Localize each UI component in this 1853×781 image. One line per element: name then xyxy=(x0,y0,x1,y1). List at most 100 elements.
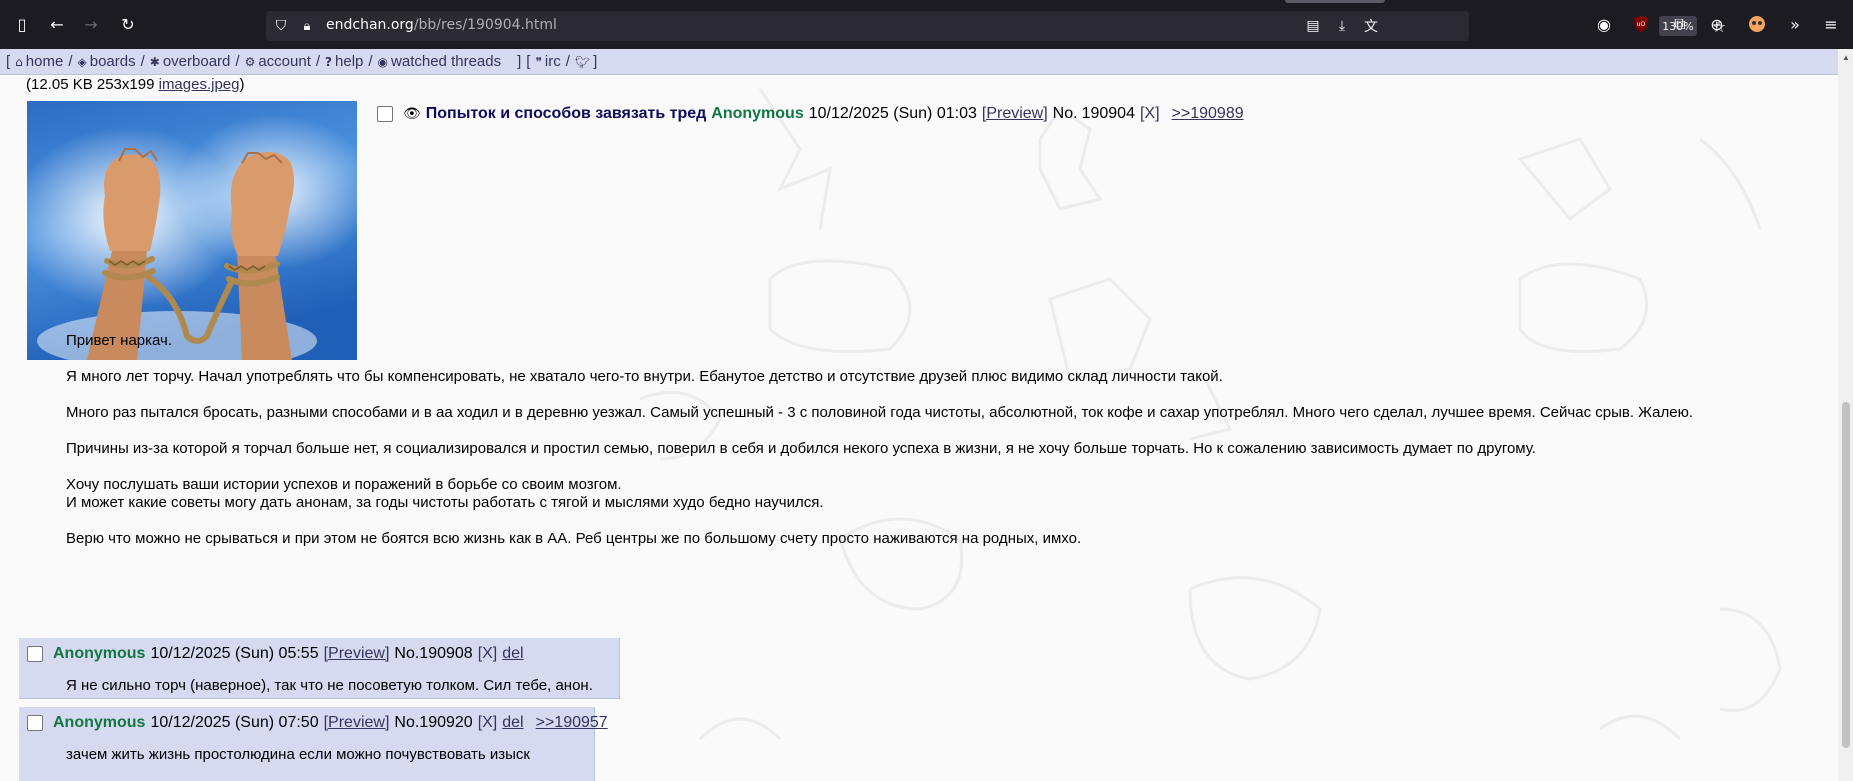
op-image-thumbnail[interactable] xyxy=(27,101,357,360)
reload-icon[interactable]: ↻ xyxy=(118,14,138,34)
sidebar-toggle-icon[interactable]: ▯ xyxy=(12,14,32,34)
nav-separator: / xyxy=(235,53,240,70)
reply-hide-button[interactable]: [X] xyxy=(478,714,498,732)
nav-home-link[interactable]: home xyxy=(26,53,64,70)
reply-date: 10/12/2025 (Sun) 07:50 xyxy=(150,714,319,731)
reader-view-icon[interactable]: ▤ xyxy=(1303,16,1323,36)
nav-bracket-close: ] xyxy=(517,53,522,70)
hamburger-menu-icon[interactable]: ≡ xyxy=(1821,14,1841,34)
ublock-extension-icon[interactable]: uO xyxy=(1631,14,1651,34)
nav-separator: / xyxy=(140,53,145,70)
op-date: 10/12/2025 (Sun) 01:03 xyxy=(808,105,977,122)
reply-poster-name: Anonymous xyxy=(53,714,146,731)
reply-body: зачем жить жизнь простолюдина если можно… xyxy=(66,746,530,763)
op-backlink[interactable]: >>190989 xyxy=(1172,105,1244,123)
back-arrow-icon[interactable]: ← xyxy=(47,14,67,34)
forward-arrow-icon[interactable]: → xyxy=(81,14,101,34)
op-post-header: 👁︎ Попыток и способов завязать тред Anon… xyxy=(377,105,1244,123)
op-subject: Попыток и способов завязать тред xyxy=(425,105,707,122)
eye-icon: ◉ xyxy=(377,54,389,69)
broken-rope-hands-image xyxy=(27,101,357,360)
op-file-info: (12.05 KB 253x199 images.jpeg) xyxy=(26,76,245,93)
op-message: Привет наркач. Я много лет торчу. Начал … xyxy=(66,332,1826,566)
op-hide-button[interactable]: [X] xyxy=(1140,105,1160,123)
globe-extension-icon[interactable]: ⊕ xyxy=(1707,14,1727,34)
reply-delete-link[interactable]: del xyxy=(502,645,523,663)
op-paragraph-multiline: Хочу послушать ваши истории успехов и по… xyxy=(66,476,1826,512)
save-page-icon[interactable]: ⤓ xyxy=(1332,16,1352,36)
op-paragraph: Привет наркач. xyxy=(66,332,173,349)
nav-bracket-close: ] xyxy=(593,53,598,70)
quote-icon: ❞ xyxy=(535,54,542,69)
op-post-number[interactable]: 190904 xyxy=(1082,105,1135,123)
url-path: /bb/res/190904.html xyxy=(413,17,557,33)
nav-separator: / xyxy=(315,53,321,70)
nav-watched-threads-link[interactable]: watched threads xyxy=(391,53,501,70)
scroll-up-arrow-icon[interactable]: ▲ xyxy=(1842,53,1850,62)
address-bar[interactable]: ⛉ 🔒︎ endchan.org/bb/res/190904.html ▤ ⤓ … xyxy=(266,11,1726,41)
reply-delete-link[interactable]: del xyxy=(502,714,523,732)
op-paragraph: Причины из-за которой я торчал больше не… xyxy=(66,440,1536,457)
page-scrollbar[interactable]: ▲ xyxy=(1838,49,1853,781)
scrollbar-thumb[interactable] xyxy=(1842,402,1850,748)
op-file-link[interactable]: images.jpeg xyxy=(159,76,240,93)
op-select-checkbox[interactable] xyxy=(377,106,393,122)
question-icon: ? xyxy=(325,54,333,69)
tags-icon: ◈ xyxy=(77,54,87,69)
tracking-shield-icon[interactable]: ⛉ xyxy=(271,16,291,36)
gear-icon: ⚙ xyxy=(244,54,256,69)
nav-separator: / xyxy=(368,53,373,70)
nav-overboard-link[interactable]: overboard xyxy=(163,53,231,70)
nav-irc-link[interactable]: irc xyxy=(545,53,561,70)
reply-body: Я не сильно торч (наверное), так что не … xyxy=(66,677,593,694)
reply-poster-name: Anonymous xyxy=(53,645,146,662)
avatar-extension-icon[interactable] xyxy=(1747,14,1767,34)
nav-account-link[interactable]: account xyxy=(258,53,311,70)
reply-preview-link[interactable]: [Preview] xyxy=(324,645,390,663)
op-line: Хочу послушать ваши истории успехов и по… xyxy=(66,476,622,493)
url-host: endchan.org xyxy=(326,17,414,33)
nav-boards-link[interactable]: boards xyxy=(90,53,136,70)
op-paragraph: Много раз пытался бросать, разными спосо… xyxy=(66,404,1694,421)
op-paragraph: Верю что можно не срываться и при этом н… xyxy=(66,530,1082,547)
nav-bracket-open: [ xyxy=(6,53,11,70)
twitter-bird-icon[interactable]: 🐦︎ xyxy=(575,55,590,69)
page-content: [ ⌂ home / ◈ boards / ✱ overboard / ⚙ accoun… xyxy=(0,49,1838,781)
op-paragraph: Я много лет торчу. Начал употреблять что… xyxy=(66,368,1223,385)
reply-backlink[interactable]: >>190957 xyxy=(536,714,608,732)
nav-separator: / xyxy=(68,53,73,70)
home-icon: ⌂ xyxy=(15,54,23,69)
overflow-chevron-icon[interactable]: » xyxy=(1785,14,1805,34)
reply-preview-link[interactable]: [Preview] xyxy=(324,714,390,732)
board-nav-bar: [ ⌂ home / ◈ boards / ✱ overboard / ⚙ accoun… xyxy=(0,49,1838,75)
asterisk-icon: ✱ xyxy=(149,54,160,69)
reply-post: Anonymous 10/12/2025 (Sun) 05:55 [Previe… xyxy=(19,638,620,699)
extensions-puzzle-icon[interactable]: ⧉ xyxy=(1670,14,1690,34)
nav-separator: / xyxy=(565,53,570,70)
op-file-meta: (12.05 KB 253x199 xyxy=(26,76,155,93)
reply-header: Anonymous 10/12/2025 (Sun) 07:50 [Previe… xyxy=(27,714,608,732)
url-text[interactable]: endchan.org/bb/res/190904.html xyxy=(326,17,557,33)
reply-select-checkbox[interactable] xyxy=(27,646,43,662)
reply-date: 10/12/2025 (Sun) 05:55 xyxy=(150,645,319,662)
reply-select-checkbox[interactable] xyxy=(27,715,43,731)
reply-post-number[interactable]: No.190908 xyxy=(394,645,472,663)
op-file-info-close: ) xyxy=(239,76,245,93)
tab-strip-indicator xyxy=(1285,0,1385,3)
op-preview-link[interactable]: [Preview] xyxy=(982,105,1048,123)
browser-toolbar: ▯ ← → ↻ ⛉ 🔒︎ endchan.org/bb/res/190904.h… xyxy=(0,0,1853,49)
svg-text:uO: uO xyxy=(1637,21,1646,28)
watch-eye-icon[interactable]: 👁︎ xyxy=(403,106,421,122)
account-icon[interactable]: ◉ xyxy=(1594,14,1614,34)
op-poster-name: Anonymous xyxy=(711,105,804,122)
reply-header: Anonymous 10/12/2025 (Sun) 05:55 [Previe… xyxy=(27,645,524,663)
nav-help-link[interactable]: help xyxy=(335,53,363,70)
reply-hide-button[interactable]: [X] xyxy=(478,645,498,663)
op-no-label: No. xyxy=(1052,105,1078,122)
translate-icon[interactable]: 文 xyxy=(1361,16,1381,36)
reply-post-number[interactable]: No.190920 xyxy=(394,714,472,732)
lock-icon[interactable]: 🔒︎ xyxy=(297,16,317,36)
nav-bracket-open: [ xyxy=(526,53,531,70)
op-line: И может какие советы могу дать анонам, з… xyxy=(66,494,824,511)
reply-post: Anonymous 10/12/2025 (Sun) 07:50 [Previe… xyxy=(19,707,608,781)
